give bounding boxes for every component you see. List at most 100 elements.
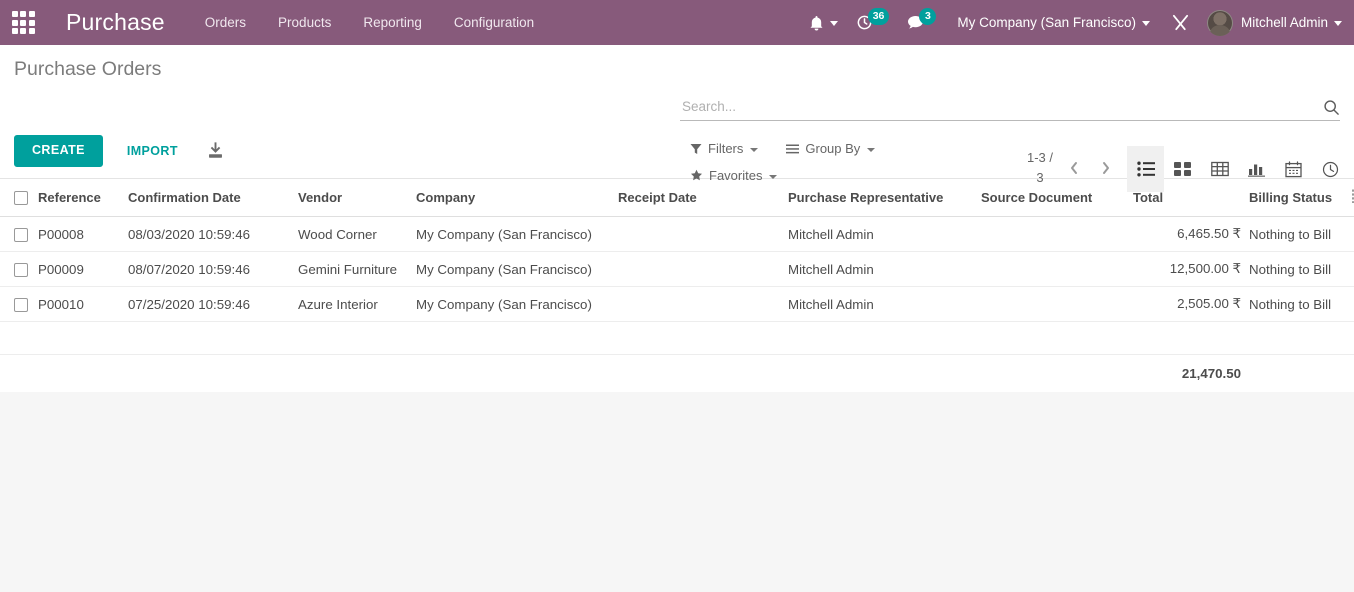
chevron-down-icon xyxy=(750,147,759,152)
star-icon xyxy=(690,169,703,182)
cell-company: My Company (San Francisco) xyxy=(416,216,618,252)
purchase-orders-list: Reference Confirmation Date Vendor Compa… xyxy=(0,179,1354,392)
graph-view-icon xyxy=(1247,161,1266,177)
table-body: P00008 08/03/2020 10:59:46 Wood Corner M… xyxy=(0,216,1354,355)
apps-menu-button[interactable] xyxy=(0,0,46,45)
view-switcher-kanban[interactable] xyxy=(1164,146,1201,192)
pager-next-button[interactable] xyxy=(1090,152,1122,184)
row-select-cell xyxy=(0,216,38,252)
menu-item-orders[interactable]: Orders xyxy=(203,11,248,34)
cell-confirmation-date: 07/25/2020 10:59:46 xyxy=(128,286,298,322)
chevron-down-icon xyxy=(1334,21,1342,26)
chevron-left-icon xyxy=(1067,160,1081,176)
cell-purchase-representative: Mitchell Admin xyxy=(788,286,981,322)
column-header-vendor[interactable]: Vendor xyxy=(298,179,416,217)
cell-source-document xyxy=(981,286,1133,322)
cell-purchase-representative: Mitchell Admin xyxy=(788,216,981,252)
calendar-view-icon xyxy=(1285,160,1302,178)
chevron-right-icon xyxy=(1099,160,1113,176)
row-checkbox[interactable] xyxy=(14,262,28,277)
export-button[interactable] xyxy=(206,141,225,160)
column-header-purchase-representative[interactable]: Purchase Representative xyxy=(788,179,981,217)
view-switcher-activity[interactable] xyxy=(1312,146,1349,192)
row-checkbox[interactable] xyxy=(14,227,28,242)
menu-item-reporting[interactable]: Reporting xyxy=(361,11,424,34)
column-header-reference[interactable]: Reference xyxy=(38,179,128,217)
filters-dropdown[interactable]: Filters xyxy=(690,141,759,156)
favorites-dropdown[interactable]: Favorites xyxy=(690,168,992,183)
view-switcher xyxy=(1127,146,1349,192)
view-switcher-calendar[interactable] xyxy=(1275,146,1312,192)
pager-value[interactable]: 1-3 / 3 xyxy=(1022,148,1058,188)
kanban-view-icon xyxy=(1174,161,1191,177)
cell-company: My Company (San Francisco) xyxy=(416,251,618,287)
table-footer: 21,470.50 xyxy=(0,355,1354,393)
cell-total: 6,465.50 ₹ xyxy=(1133,216,1249,252)
column-header-confirmation-date[interactable]: Confirmation Date xyxy=(128,179,298,217)
row-select-cell xyxy=(0,251,38,287)
hamburger-lines-icon xyxy=(786,143,800,155)
table-row[interactable]: P00008 08/03/2020 10:59:46 Wood Corner M… xyxy=(0,216,1354,252)
cell-vendor: Azure Interior xyxy=(298,286,416,322)
main-menu: Orders Products Reporting Configuration xyxy=(203,11,536,34)
top-navbar: Purchase Orders Products Reporting Confi… xyxy=(0,0,1354,45)
chevron-down-icon xyxy=(769,174,778,179)
view-switcher-pivot[interactable] xyxy=(1201,146,1238,192)
company-switcher[interactable]: My Company (San Francisco) xyxy=(945,15,1162,30)
list-view-icon xyxy=(1136,161,1155,177)
developer-tools-button[interactable] xyxy=(1162,0,1199,45)
view-switcher-graph[interactable] xyxy=(1238,146,1275,192)
cell-company: My Company (San Francisco) xyxy=(416,286,618,322)
activity-clock-view-icon xyxy=(1322,161,1339,178)
create-button[interactable]: CREATE xyxy=(14,135,103,167)
cell-receipt-date xyxy=(618,286,788,322)
import-button[interactable]: IMPORT xyxy=(111,136,194,166)
table-row[interactable]: P00010 07/25/2020 10:59:46 Azure Interio… xyxy=(0,286,1354,322)
orders-table: Reference Confirmation Date Vendor Compa… xyxy=(0,179,1354,392)
menu-item-products[interactable]: Products xyxy=(276,11,333,34)
cell-confirmation-date: 08/07/2020 10:59:46 xyxy=(128,251,298,287)
avatar xyxy=(1206,9,1233,36)
activities-button[interactable]: 36 xyxy=(847,0,899,45)
cell-vendor: Gemini Furniture xyxy=(298,251,416,287)
footer-spacer xyxy=(0,355,1133,393)
pivot-view-icon xyxy=(1210,161,1229,177)
notifications-bell-button[interactable] xyxy=(800,0,847,45)
column-header-receipt-date[interactable]: Receipt Date xyxy=(618,179,788,217)
control-panel-buttons: CREATE IMPORT xyxy=(14,135,225,167)
chevron-down-icon xyxy=(1141,21,1150,26)
breadcrumb[interactable]: Purchase Orders xyxy=(14,58,161,81)
menu-item-configuration[interactable]: Configuration xyxy=(452,11,536,34)
table-row[interactable]: P00009 08/07/2020 10:59:46 Gemini Furnit… xyxy=(0,251,1354,287)
cell-receipt-date xyxy=(618,251,788,287)
column-header-company[interactable]: Company xyxy=(416,179,618,217)
chevron-down-icon xyxy=(867,147,876,152)
cell-total: 12,500.00 ₹ xyxy=(1133,251,1249,287)
pager-previous-button[interactable] xyxy=(1058,152,1090,184)
row-checkbox[interactable] xyxy=(14,297,28,312)
search-input[interactable] xyxy=(680,97,1317,117)
footer-total-sum: 21,470.50 xyxy=(1181,366,1241,381)
pager: 1-3 / 3 xyxy=(1022,148,1122,188)
view-switcher-list[interactable] xyxy=(1127,146,1164,192)
chevron-down-icon xyxy=(829,21,838,26)
download-export-icon xyxy=(206,141,225,160)
favorites-label: Favorites xyxy=(709,168,763,183)
bell-icon xyxy=(809,15,824,31)
cell-billing-status: Nothing to Bill xyxy=(1249,216,1352,252)
filters-label: Filters xyxy=(708,141,744,156)
search-button[interactable] xyxy=(1317,99,1340,116)
table-empty-row xyxy=(0,321,1354,355)
cell-billing-status: Nothing to Bill xyxy=(1249,251,1352,287)
search-magnifier-icon xyxy=(1323,99,1340,116)
cell-confirmation-date: 08/03/2020 10:59:46 xyxy=(128,216,298,252)
messages-button[interactable]: 3 xyxy=(898,0,945,45)
cell-source-document xyxy=(981,216,1133,252)
messages-badge: 3 xyxy=(919,8,937,25)
group-by-dropdown[interactable]: Group By xyxy=(786,141,876,156)
company-switcher-label: My Company (San Francisco) xyxy=(957,15,1136,30)
control-panel: Purchase Orders CREATE IMPORT Search... … xyxy=(0,45,1354,192)
user-menu[interactable]: Mitchell Admin xyxy=(1199,9,1342,36)
apps-grid-icon xyxy=(11,11,35,34)
select-all-checkbox[interactable] xyxy=(14,191,28,206)
